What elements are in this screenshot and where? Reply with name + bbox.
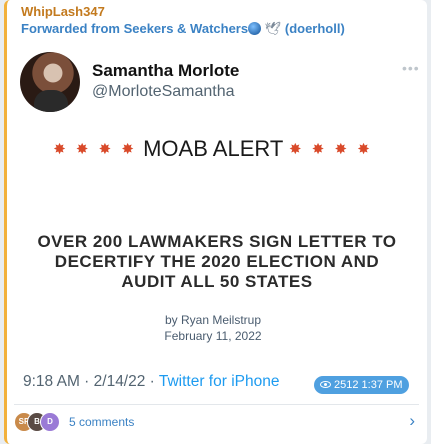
comments-label: 5 comments bbox=[69, 415, 135, 429]
article-date: February 11, 2022 bbox=[164, 329, 262, 343]
forwarded-from[interactable]: Forwarded from Seekers & Watchers 🕊 (doe… bbox=[21, 21, 345, 37]
burst-icon: ✸ ✸ ✸ ✸ bbox=[53, 141, 137, 158]
burst-icon: ✸ ✸ ✸ ✸ bbox=[289, 141, 373, 158]
message-time: 1:37 PM bbox=[361, 379, 403, 391]
forward-handle: (doerholl) bbox=[284, 21, 345, 36]
commenter-avatar: D bbox=[40, 412, 60, 432]
globe-icon bbox=[248, 22, 262, 35]
tweet-source: Twitter for iPhone bbox=[158, 373, 280, 390]
sender-name[interactable]: WhipLash347 bbox=[21, 4, 105, 19]
tweet-author-name: Samantha Morlote bbox=[92, 61, 240, 80]
tweet-image[interactable]: Samantha Morlote @MorloteSamantha ••• ✸ … bbox=[14, 48, 422, 353]
article-headline: OVER 200 LAWMAKERS SIGN LETTER TO DECERT… bbox=[37, 232, 397, 291]
avatar bbox=[20, 52, 80, 112]
tweet-meta: 9:18 AM · 2/14/22 · Twitter for iPhone bbox=[23, 373, 279, 391]
comments-button[interactable]: SP B D 5 comments › bbox=[14, 410, 419, 438]
chevron-right-icon: › bbox=[409, 411, 415, 430]
tweet-author-handle: @MorloteSamantha bbox=[92, 83, 235, 100]
eye-icon bbox=[320, 381, 331, 388]
tweet-timestamp: 9:18 AM · 2/14/22 · bbox=[23, 373, 159, 390]
views-time-badge: 2512 1:37 PM bbox=[314, 376, 409, 394]
dove-icon: 🕊 bbox=[264, 21, 282, 36]
view-count: 2512 bbox=[334, 379, 359, 391]
alert-line: ✸ ✸ ✸ ✸ MOAB ALERT ✸ ✸ ✸ ✸ bbox=[14, 136, 412, 162]
forward-label: Forwarded from Seekers & Watchers bbox=[21, 21, 249, 36]
more-options-icon: ••• bbox=[402, 60, 420, 76]
divider bbox=[14, 404, 419, 405]
article-byline: by Ryan Meilstrup bbox=[164, 313, 262, 327]
alert-text: MOAB ALERT bbox=[143, 136, 283, 161]
